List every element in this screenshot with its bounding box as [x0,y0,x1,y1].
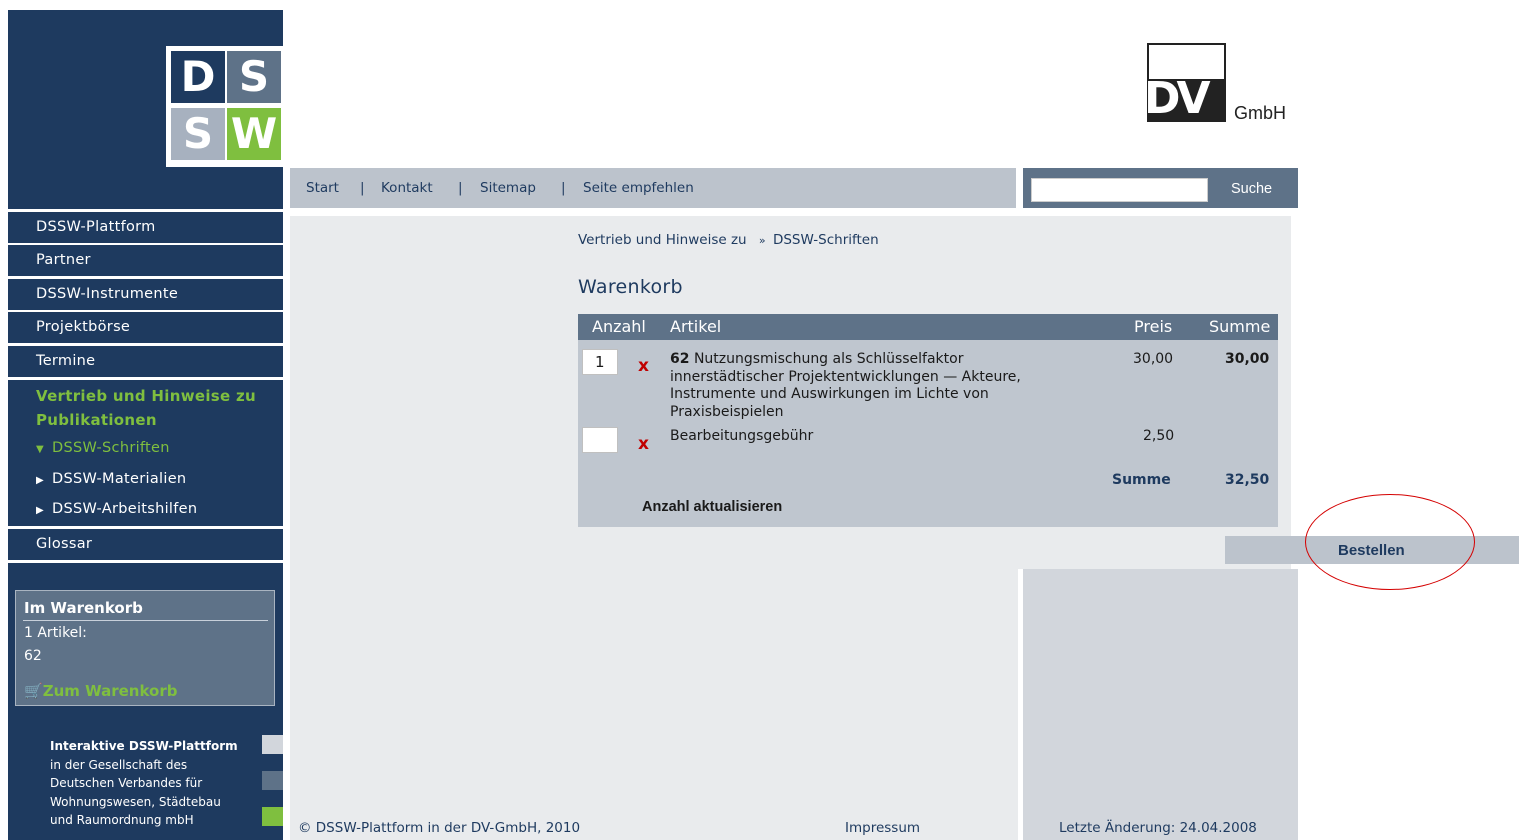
cart-table: Anzahl Artikel Preis Summe 1 x 62 Nutzun… [578,314,1278,527]
quantity-input[interactable]: 1 [582,349,618,375]
column-header-anzahl: Anzahl [592,317,646,336]
subitem-arbeitshilfen[interactable]: ▶ DSSW-Arbeitshilfen [36,501,197,517]
nav-link-start[interactable]: Start [306,180,339,196]
dv-logo[interactable]: DV GmbH [1144,43,1302,125]
dv-logo-suffix: GmbH [1234,103,1287,123]
search-box: Suche [1023,168,1298,208]
sidebar-footer-line: in der Gesellschaft des [50,757,188,772]
nav-link-kontakt[interactable]: Kontakt [381,180,433,196]
column-header-preis: Preis [1134,317,1173,336]
delete-icon[interactable]: x [638,434,649,454]
breadcrumb: Vertrieb und Hinweise zu » DSSW-Schrifte… [578,232,879,248]
sidebar-footer-line: und Raumordnung mbH [50,813,194,827]
total-label: Summe [1112,472,1171,488]
color-square [262,735,283,754]
subitem-label: DSSW-Arbeitshilfen [52,501,198,517]
delete-icon[interactable]: x [638,356,649,376]
article-text: 62 Nutzungsmischung als Schlüsselfaktor … [670,351,1021,421]
price-cell: 30,00 [1133,351,1174,367]
cart-widget-title: Im Warenkorb [24,599,143,617]
shopping-cart-icon: 🛒 [24,682,43,700]
logo-letter: D [171,51,225,103]
article-line: Instrumente und Auswirkungen im Lichte v… [670,386,989,402]
logo-letter: S [227,51,281,103]
nav-separator: | [458,180,463,196]
sidebar-footer-line: Wohnungswesen, Städtebau [50,794,221,809]
sidebar-item-glossar[interactable]: Glossar [8,529,283,560]
article-text: Bearbeitungsgebühr [670,428,813,446]
sidebar-item-instrumente[interactable]: DSSW-Instrumente [8,279,283,310]
caret-right-icon: ▶ [36,475,44,486]
sidebar-footer: Interaktive DSSW-Plattform in der Gesell… [50,737,238,830]
sum-cell: 30,00 [1225,351,1270,367]
divider [23,620,268,621]
sidebar-item-partner[interactable]: Partner [8,245,283,276]
quantity-input[interactable] [582,427,618,453]
dssw-logo[interactable]: D S S W [166,46,283,167]
sidebar-footer-title: Interaktive DSSW-Plattform [50,739,238,753]
nav-link-sitemap[interactable]: Sitemap [480,180,536,196]
nav-link-empfehlen[interactable]: Seite empfehlen [583,180,694,196]
subitem-schriften[interactable]: ▼ DSSW-Schriften [36,440,170,456]
article-number: 62 [670,351,690,367]
nav-separator: | [360,180,365,196]
cart-table-header: Anzahl Artikel Preis Summe [578,314,1278,340]
subitem-label: DSSW-Materialien [52,471,187,487]
sidebar-item-plattform[interactable]: DSSW-Plattform [8,212,283,243]
breadcrumb-current: DSSW-Schriften [772,232,879,248]
sidebar-item-termine[interactable]: Termine [8,346,283,377]
footer-last-change: Letzte Änderung: 24.04.2008 [1059,820,1257,836]
price-cell: 2,50 [1143,428,1175,444]
search-input[interactable] [1031,178,1208,202]
cart-widget-item: 62 [24,648,42,664]
dv-logo-letters: DV [1144,73,1211,124]
cart-link-label: Zum Warenkorb [42,682,178,700]
color-square [262,807,283,826]
nav-separator [8,377,283,380]
subitem-materialien[interactable]: ▶ DSSW-Materialien [36,471,186,487]
subitem-label: DSSW-Schriften [52,440,170,456]
logo-letter: S [171,108,225,160]
search-button[interactable]: Suche [1231,181,1272,197]
highlight-circle [1305,494,1475,590]
total-value: 32,50 [1225,472,1270,488]
cart-link[interactable]: 🛒Zum Warenkorb [24,682,178,700]
nav-separator [8,560,283,563]
content-lower [290,569,1018,840]
column-header-artikel: Artikel [670,317,722,336]
sidebar-item-projektboerse[interactable]: Projektbörse [8,312,283,343]
sidebar-item-vertrieb[interactable]: Vertrieb und Hinweise zu Publikationen [36,384,271,432]
article-line: Praxisbeispielen [670,403,784,420]
article-line: Nutzungsmischung als Schlüsselfaktor [693,351,964,367]
article-line: Bearbeitungsgebühr [670,428,814,444]
page-title: Warenkorb [578,276,683,298]
logo-letter: W [227,108,281,160]
color-square [262,771,283,790]
caret-right-icon: ▶ [36,505,44,516]
breadcrumb-separator: » [758,234,766,247]
right-panel [1023,569,1298,840]
article-line: innerstädtischer Projektentwicklungen — … [670,368,1021,385]
column-header-summe: Summe [1209,317,1271,336]
nav-separator: | [561,180,566,196]
top-navigation: Start | Kontakt | Sitemap | Seite empfeh… [290,168,1016,208]
breadcrumb-link[interactable]: Vertrieb und Hinweise zu [578,232,747,248]
caret-down-icon: ▼ [36,444,44,455]
footer-impressum[interactable]: Impressum [845,820,920,836]
footer-copyright: © DSSW-Plattform in der DV-GmbH, 2010 [298,820,581,836]
cart-widget: Im Warenkorb 1 Artikel: 62 🛒Zum Warenkor… [15,590,275,706]
update-quantity-button[interactable]: Anzahl aktualisieren [642,499,782,515]
sidebar-footer-line: Deutschen Verbandes für [50,776,203,790]
cart-widget-count: 1 Artikel: [24,625,87,641]
